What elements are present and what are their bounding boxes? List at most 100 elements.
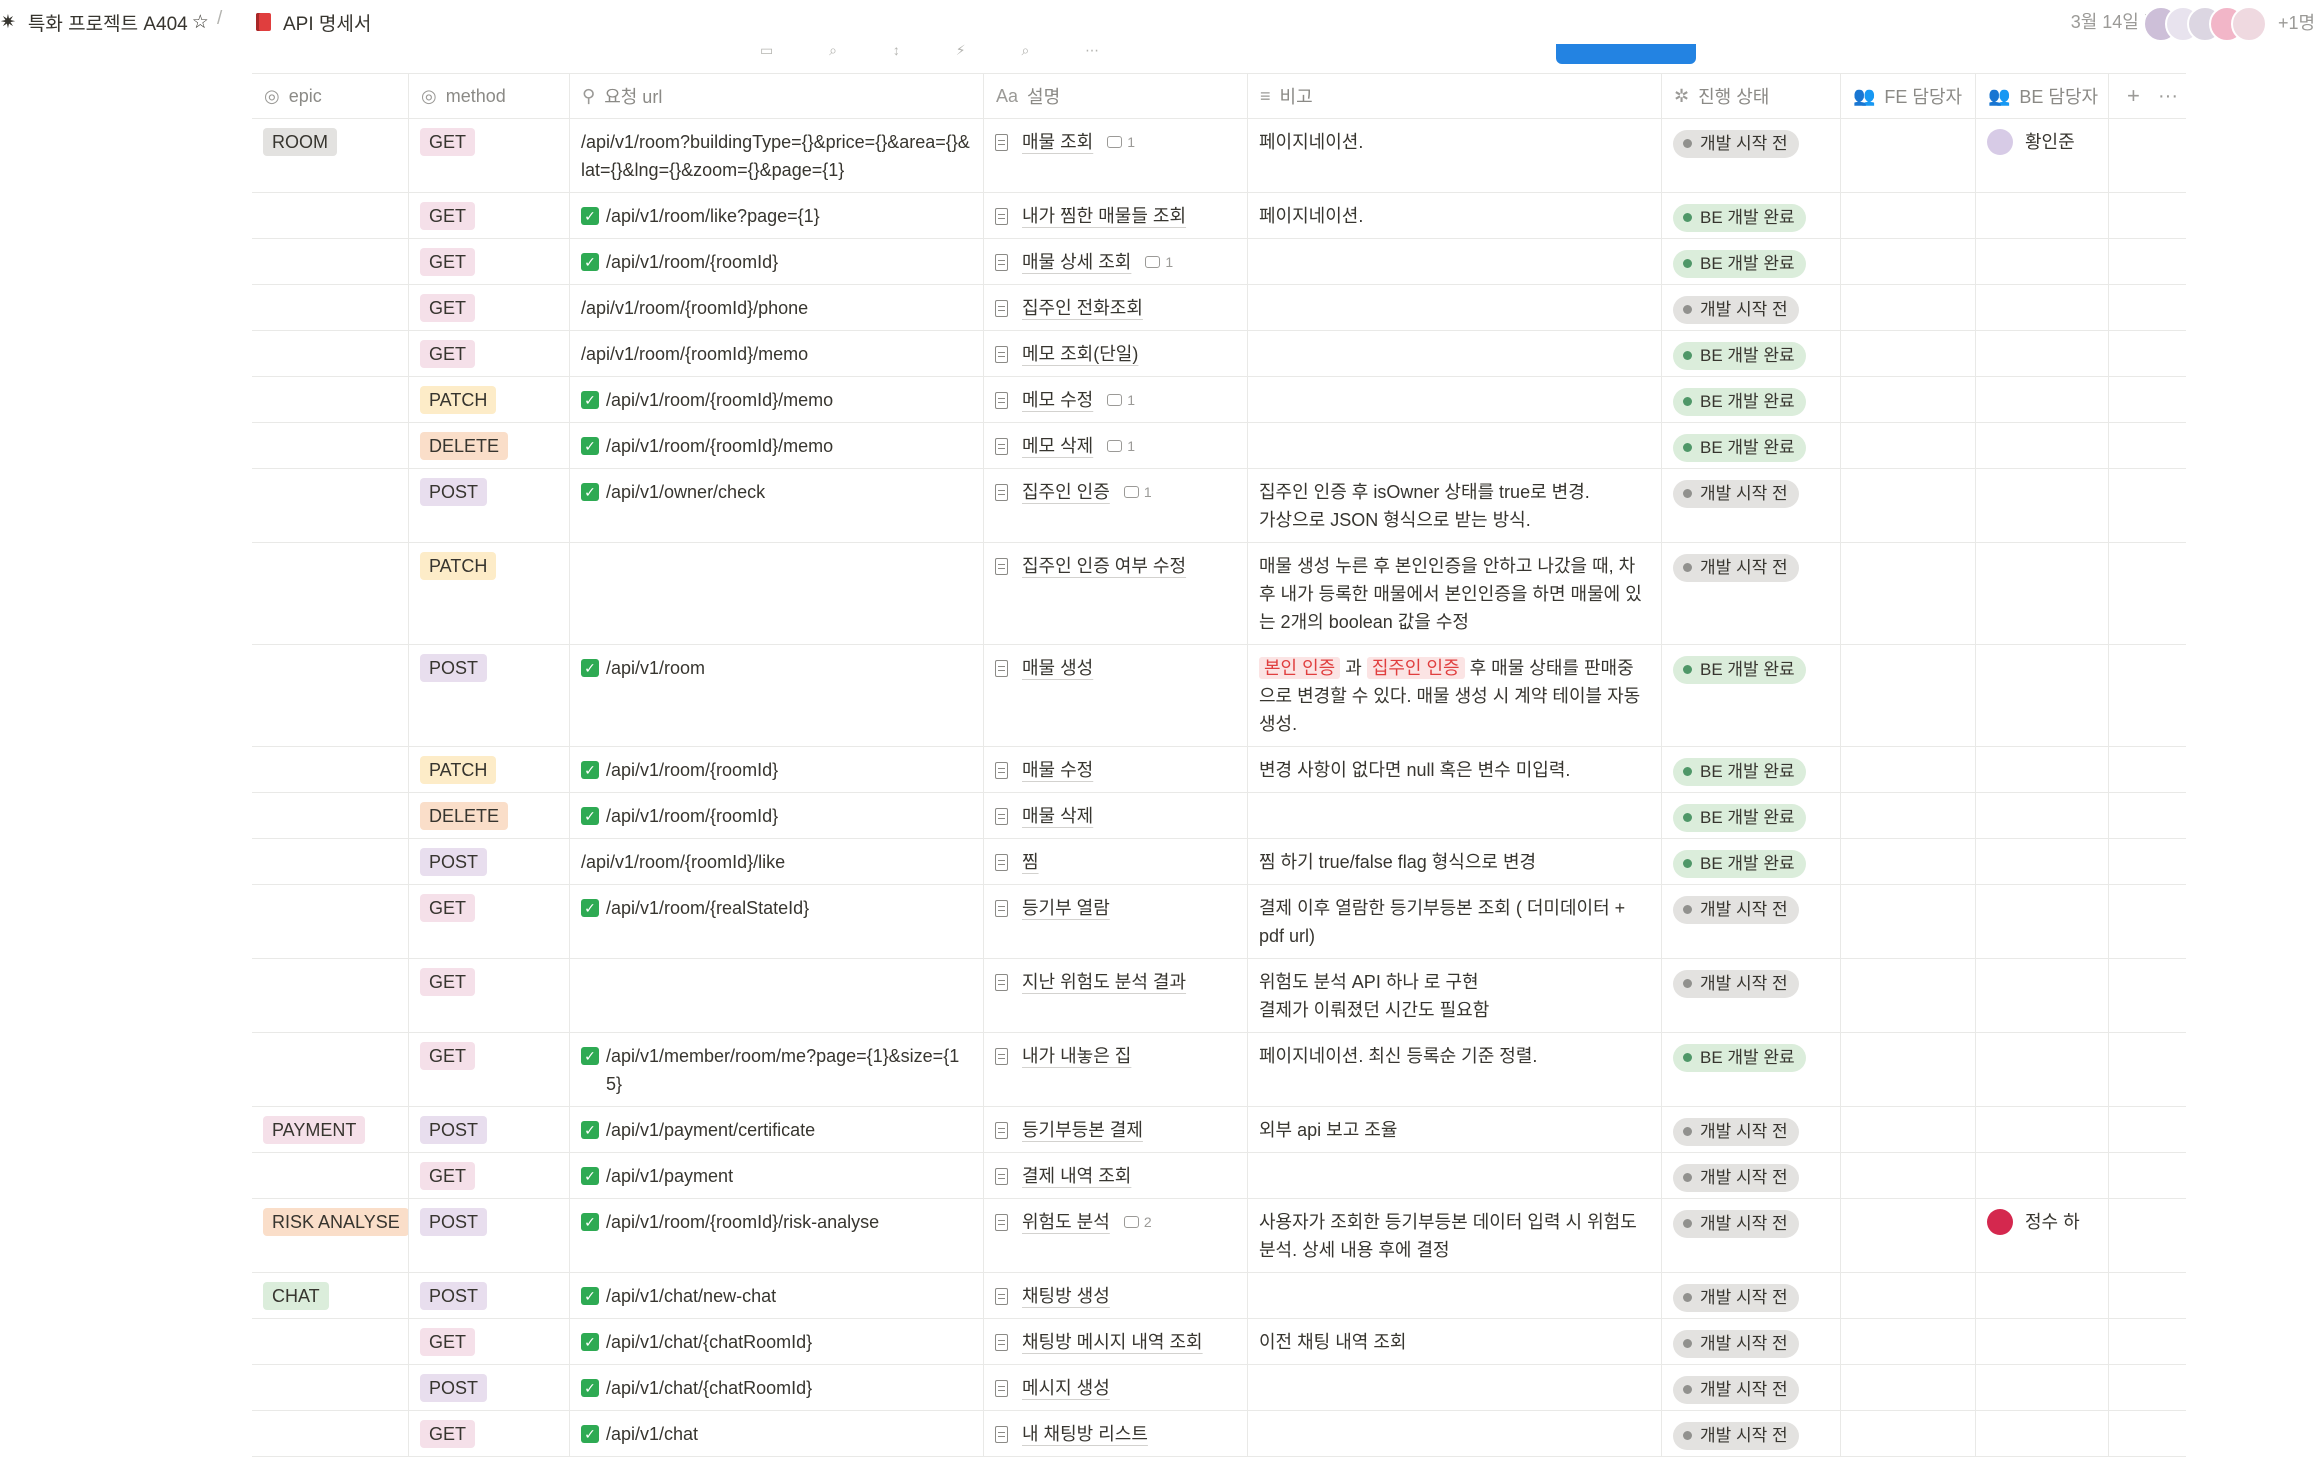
breadcrumb-page[interactable]: API 명세서 [256,8,371,36]
status-badge[interactable]: BE 개발 완료 [1673,849,1806,878]
page-title-link[interactable]: 채팅방 메시지 내역 조회 [995,1328,1236,1356]
cell-fe[interactable] [1841,239,1976,284]
more-options-icon[interactable]: ··· [2158,74,2178,118]
table-row[interactable]: PAYMENT POST ✓ /api/v1/payment/certificate 등… [252,1107,2186,1153]
cell-status[interactable]: 개발 시작 전 [1662,959,1841,1032]
cell-be[interactable] [1976,469,2109,542]
column-header-note[interactable]: ≡ 비고 [1248,74,1662,118]
cell-epic[interactable] [252,423,409,468]
column-header-method[interactable]: ◎ method [409,74,570,118]
epic-tag[interactable]: CHAT [263,1282,329,1310]
cell-be[interactable] [1976,285,2109,330]
cell-method[interactable]: GET [409,1411,570,1456]
cell-fe[interactable] [1841,1411,1976,1456]
cell-method[interactable]: GET [409,1153,570,1198]
cell-url[interactable]: ✓ /api/v1/chat [570,1411,984,1456]
cell-fe[interactable] [1841,377,1976,422]
table-row[interactable]: GET ✓ /api/v1/payment 결제 내역 조회 개발 시작 전 [252,1153,2186,1199]
cell-fe[interactable] [1841,839,1976,884]
cell-note[interactable] [1248,1273,1662,1318]
method-tag[interactable]: GET [420,1328,476,1356]
cell-method[interactable]: GET [409,285,570,330]
cell-note[interactable]: 페이지네이션. [1248,193,1662,238]
cell-be[interactable] [1976,747,2109,792]
breadcrumb-project[interactable]: 특화 프로젝트 A404 [28,9,188,36]
page-title-link[interactable]: 채팅방 생성 [995,1282,1236,1310]
cell-fe[interactable] [1841,285,1976,330]
column-header-fe[interactable]: 👥 FE 담당자 [1841,74,1976,118]
cell-method[interactable]: POST [409,1107,570,1152]
page-title-link[interactable]: 내 채팅방 리스트 [995,1420,1236,1448]
cell-desc[interactable]: 매물 생성 [984,645,1248,746]
cell-fe[interactable] [1841,193,1976,238]
cell-status[interactable]: BE 개발 완료 [1662,839,1841,884]
cell-method[interactable]: POST [409,645,570,746]
cell-status[interactable]: 개발 시작 전 [1662,885,1841,958]
comment-count[interactable]: 1 [1107,386,1135,414]
table-row[interactable]: GET ✓ /api/v1/chat/{chatRoomId} 채팅방 메시지 내역 … [252,1319,2186,1365]
page-title-link[interactable]: 매물 삭제 [995,802,1236,830]
cell-fe[interactable] [1841,543,1976,644]
cell-method[interactable]: GET [409,193,570,238]
cell-be[interactable] [1976,1033,2109,1106]
cell-epic[interactable] [252,193,409,238]
cell-url[interactable]: ✓ /api/v1/room/{roomId}/memo [570,377,984,422]
cell-be[interactable] [1976,885,2109,958]
status-badge[interactable]: 개발 시작 전 [1673,1283,1799,1312]
cell-status[interactable]: BE 개발 완료 [1662,747,1841,792]
cell-note[interactable]: 위험도 분석 API 하나 로 구현 결제가 이뤄졌던 시간도 필요함 [1248,959,1662,1032]
new-button[interactable] [1556,44,1696,64]
cell-epic[interactable] [252,1365,409,1410]
cell-fe[interactable] [1841,331,1976,376]
cell-method[interactable]: DELETE [409,793,570,838]
cell-method[interactable]: GET [409,885,570,958]
cell-be[interactable] [1976,1107,2109,1152]
cell-desc[interactable]: 메모 수정 1 [984,377,1248,422]
cell-status[interactable]: 개발 시작 전 [1662,1365,1841,1410]
cell-status[interactable]: 개발 시작 전 [1662,469,1841,542]
cell-be[interactable] [1976,1273,2109,1318]
cell-be[interactable] [1976,1365,2109,1410]
table-row[interactable]: GET ✓ /api/v1/room/like?page={1} 내가 찜한 매물들 … [252,193,2186,239]
cell-desc[interactable]: 내 채팅방 리스트 [984,1411,1248,1456]
cell-note[interactable] [1248,793,1662,838]
cell-status[interactable]: 개발 시작 전 [1662,119,1841,192]
cell-note[interactable]: 이전 채팅 내역 조회 [1248,1319,1662,1364]
cell-url[interactable]: ✓ /api/v1/chat/new-chat [570,1273,984,1318]
cell-note[interactable]: 외부 api 보고 조율 [1248,1107,1662,1152]
page-title-link[interactable]: 찜 [995,848,1236,876]
cell-url[interactable]: /api/v1/room/{roomId}/phone [570,285,984,330]
cell-method[interactable]: GET [409,1319,570,1364]
page-title-link[interactable]: 내가 내놓은 집 [995,1042,1236,1070]
cell-url[interactable] [570,543,984,644]
cell-desc[interactable]: 매물 삭제 [984,793,1248,838]
page-title-link[interactable]: 지난 위험도 분석 결과 [995,968,1236,996]
cell-epic[interactable]: ROOM [252,119,409,192]
cell-note[interactable] [1248,331,1662,376]
method-tag[interactable]: POST [420,1208,488,1236]
cell-desc[interactable]: 집주인 전화조회 [984,285,1248,330]
status-badge[interactable]: 개발 시작 전 [1673,129,1799,158]
table-row[interactable]: PATCH 집주인 인증 여부 수정 매물 생성 누른 후 본인인증을 안하고 나갔… [252,543,2186,645]
cell-be[interactable] [1976,1411,2109,1456]
cell-note[interactable] [1248,1411,1662,1456]
cell-be[interactable] [1976,959,2109,1032]
method-tag[interactable]: GET [420,294,476,322]
cell-note[interactable] [1248,423,1662,468]
cell-status[interactable]: 개발 시작 전 [1662,1199,1841,1272]
page-title-link[interactable]: 집주인 인증 여부 수정 [995,552,1236,580]
cell-fe[interactable] [1841,1273,1976,1318]
method-tag[interactable]: PATCH [420,756,497,784]
status-badge[interactable]: BE 개발 완료 [1673,203,1806,232]
cell-be[interactable] [1976,1319,2109,1364]
cell-fe[interactable] [1841,1199,1976,1272]
be-owner[interactable]: 정수 하 [1987,1208,2097,1236]
page-title-link[interactable]: 메모 수정 1 [995,386,1236,414]
page-title-link[interactable]: 메모 삭제 1 [995,432,1236,460]
cell-note[interactable]: 매물 생성 누른 후 본인인증을 안하고 나갔을 때, 차후 내가 등록한 매물… [1248,543,1662,644]
cell-status[interactable]: BE 개발 완료 [1662,1033,1841,1106]
cell-fe[interactable] [1841,793,1976,838]
cell-desc[interactable]: 등기부등본 결제 [984,1107,1248,1152]
cell-epic[interactable] [252,885,409,958]
cell-note[interactable] [1248,239,1662,284]
